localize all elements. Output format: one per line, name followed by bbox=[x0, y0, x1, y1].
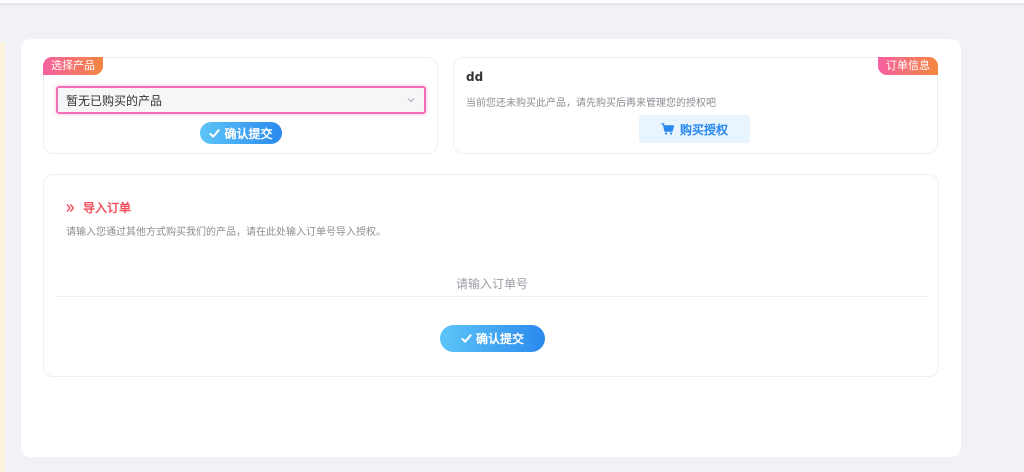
select-confirm-button[interactable]: 确认提交 bbox=[200, 122, 282, 144]
order-info-tag: 订单信息 bbox=[878, 57, 938, 75]
top-header-bar bbox=[0, 0, 1024, 3]
double-chevron-right-icon bbox=[66, 203, 75, 212]
product-name: dd bbox=[466, 70, 484, 84]
select-product-tag: 选择产品 bbox=[43, 57, 103, 75]
chevron-down-icon bbox=[407, 98, 415, 103]
order-info-card: 订单信息 dd 当前您还未购买此产品，请先购买后再来管理您的授权吧 购买授权 bbox=[453, 57, 938, 154]
product-select[interactable]: 暂无已购买的产品 bbox=[56, 86, 426, 114]
check-icon bbox=[461, 334, 472, 343]
product-select-value: 暂无已购买的产品 bbox=[66, 93, 163, 108]
cart-icon bbox=[661, 123, 674, 135]
main-panel: 选择产品 暂无已购买的产品 确认提交 订单信息 dd 当前您还未购买此产品，请先… bbox=[21, 39, 961, 457]
order-info-description: 当前您还未购买此产品，请先购买后再来管理您的授权吧 bbox=[466, 98, 716, 109]
order-number-input[interactable] bbox=[56, 271, 928, 297]
import-order-description: 请输入您通过其他方式购买我们的产品，请在此处输入订单号导入授权。 bbox=[66, 227, 386, 238]
sidebar-edge bbox=[0, 42, 5, 472]
import-confirm-label: 确认提交 bbox=[475, 332, 524, 346]
select-product-card: 选择产品 暂无已购买的产品 确认提交 bbox=[43, 57, 438, 154]
import-order-title: 导入订单 bbox=[83, 201, 132, 215]
buy-license-button[interactable]: 购买授权 bbox=[639, 115, 750, 143]
import-confirm-button[interactable]: 确认提交 bbox=[440, 325, 545, 352]
import-order-heading: 导入订单 bbox=[66, 199, 131, 216]
select-confirm-label: 确认提交 bbox=[224, 126, 273, 141]
buy-license-label: 购买授权 bbox=[679, 122, 728, 137]
check-icon bbox=[209, 128, 221, 138]
import-order-card: 导入订单 请输入您通过其他方式购买我们的产品，请在此处输入订单号导入授权。 确认… bbox=[43, 174, 939, 377]
